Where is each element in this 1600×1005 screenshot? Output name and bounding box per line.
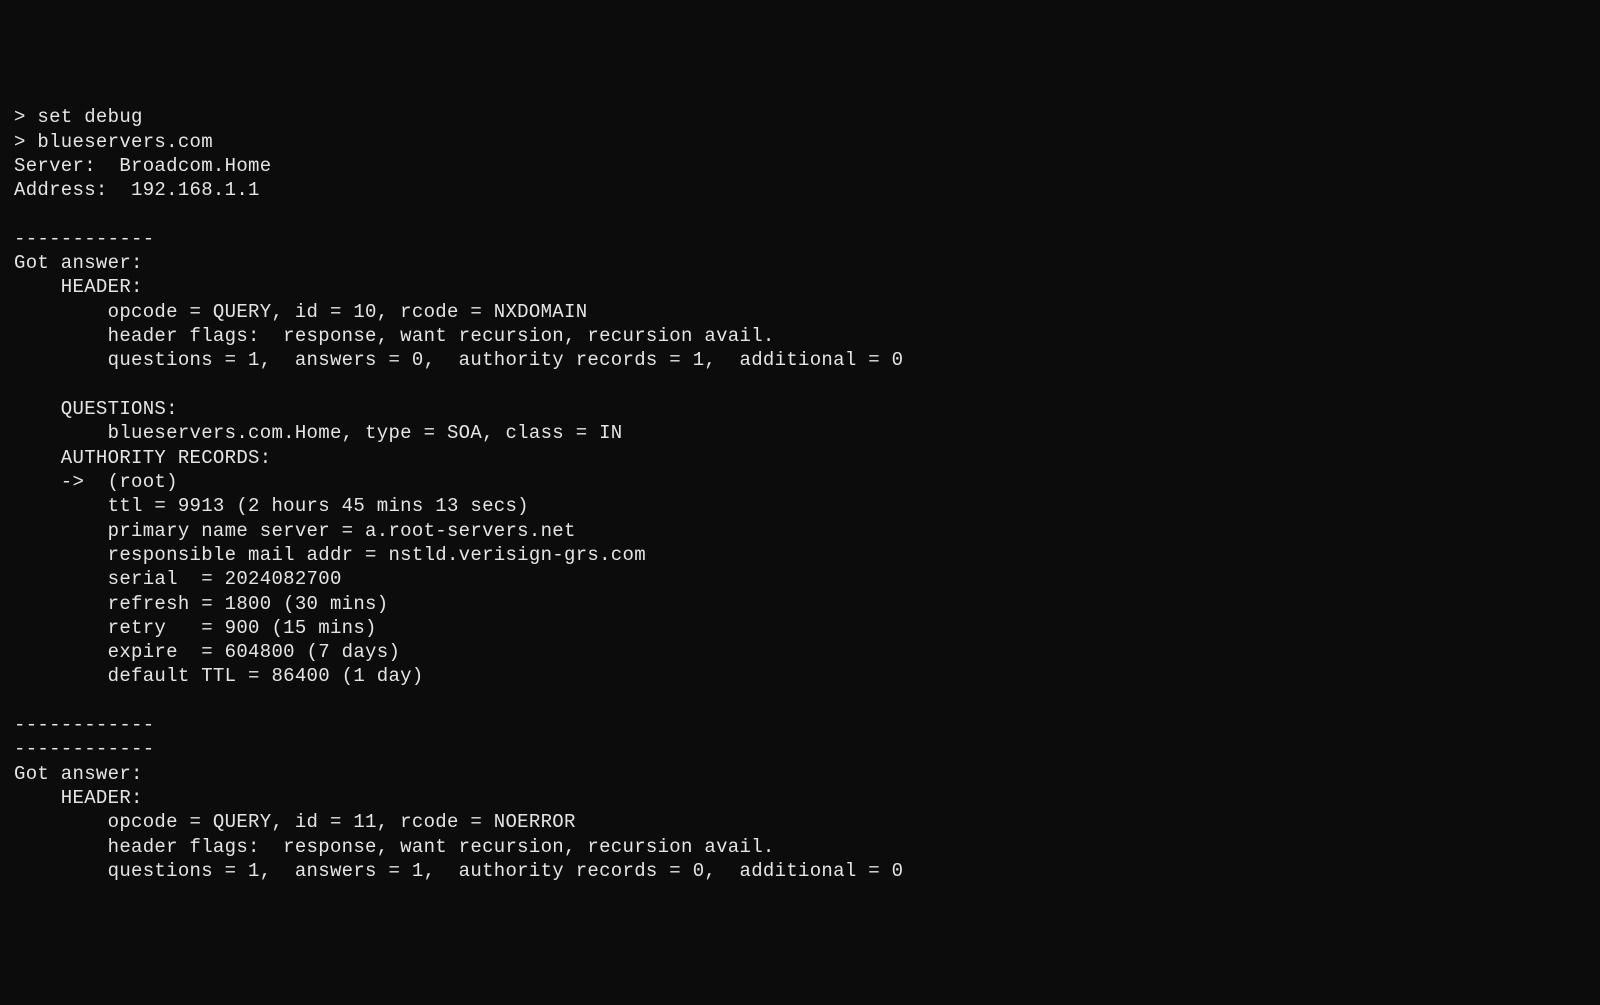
terminal-output[interactable]: > set debug > blueservers.com Server: Br… — [14, 105, 1586, 883]
